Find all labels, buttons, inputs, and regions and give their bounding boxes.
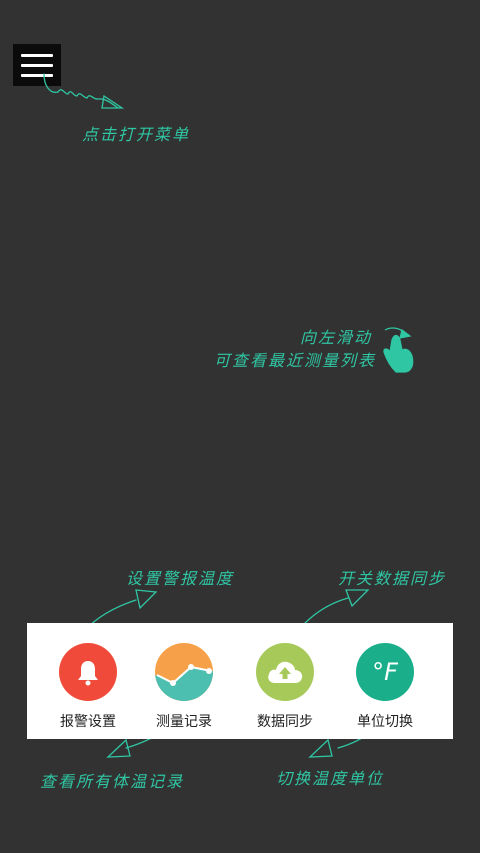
menu-hint-arrowhead: [101, 94, 125, 109]
sync-hint: 开关数据同步: [338, 569, 447, 588]
alarm-settings-label: 报警设置: [60, 714, 116, 730]
swipe-hand-icon: [383, 327, 414, 373]
cloud-upload-icon: [268, 661, 303, 683]
alarm-hint-arrowhead: [135, 589, 158, 610]
fahrenheit-icon: °F: [372, 658, 398, 686]
sync-icon-circle: [256, 643, 314, 701]
alarm-icon-circle: [59, 643, 117, 701]
records-hint-arrowhead: [106, 738, 131, 758]
sync-hint-arrowhead: [345, 589, 370, 608]
unit-icon-circle: °F: [356, 643, 414, 701]
unit-switch-button[interactable]: °F 单位切换: [340, 643, 430, 731]
records-button[interactable]: 测量记录: [139, 643, 229, 731]
alarm-hint: 设置警报温度: [126, 569, 235, 588]
swipe-hint-line1: 向左滑动: [300, 328, 373, 347]
swipe-hint-line2: 可查看最近测量列表: [214, 351, 377, 370]
bell-icon: [78, 661, 98, 686]
unit-hint-arrowhead: [308, 738, 333, 758]
records-hint: 查看所有体温记录: [40, 772, 185, 791]
unit-switch-label: 单位切换: [357, 714, 413, 730]
unit-hint: 切换温度单位: [276, 769, 385, 788]
toolbar-panel: 报警设置 测量记录 数据同步 °F 单位切换: [27, 623, 453, 739]
data-sync-label: 数据同步: [257, 714, 313, 730]
menu-hint-arrow: [43, 73, 119, 109]
menu-hint: 点击打开菜单: [82, 125, 191, 144]
alarm-settings-button[interactable]: 报警设置: [43, 643, 133, 731]
data-sync-button[interactable]: 数据同步: [240, 643, 330, 731]
records-icon-circle: [155, 643, 213, 701]
records-label: 测量记录: [156, 714, 212, 730]
chart-icon: [155, 664, 213, 701]
